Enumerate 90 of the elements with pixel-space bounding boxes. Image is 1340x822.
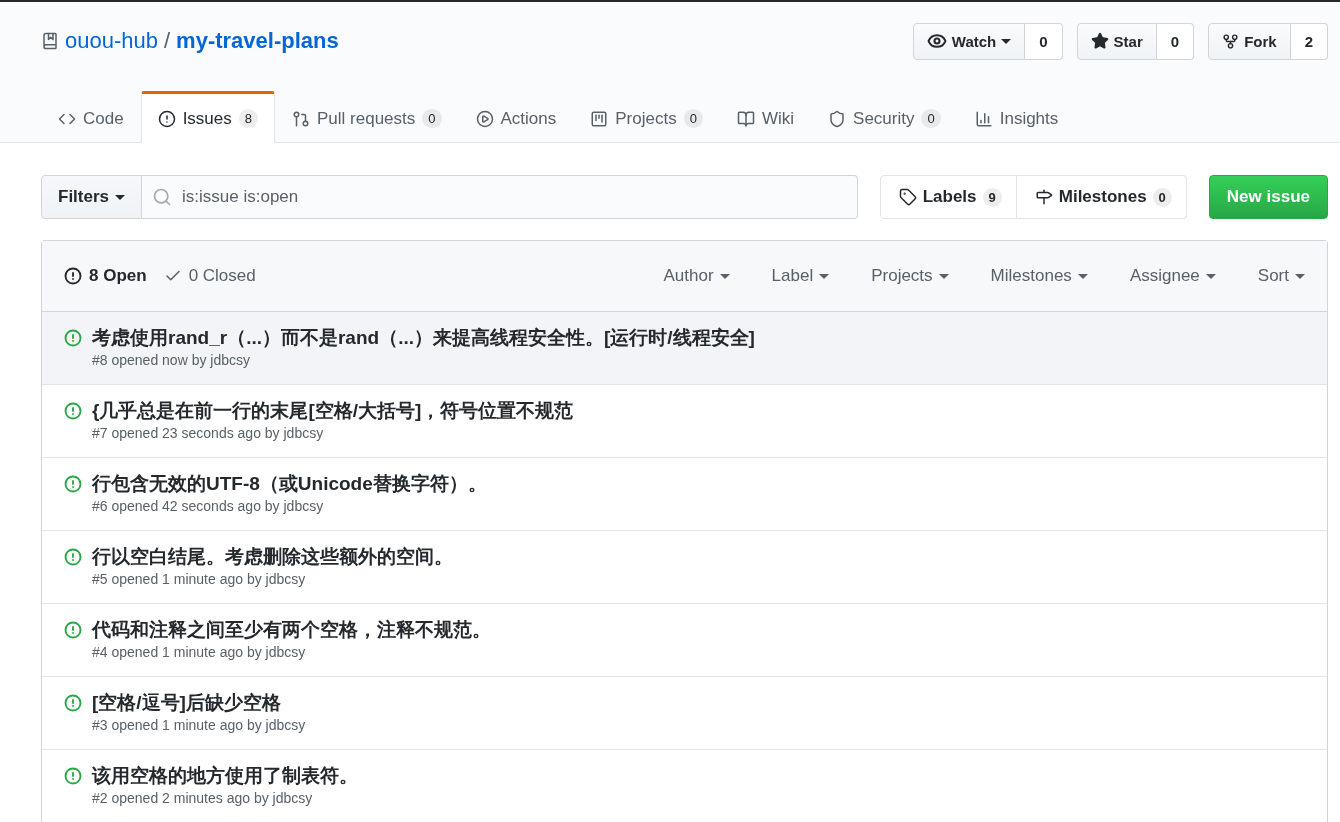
repo-tab[interactable]: Projects 0 [573, 91, 720, 143]
caret-icon [938, 273, 949, 279]
open-issue-icon [64, 329, 82, 347]
labels-link[interactable]: Labels 9 [879, 175, 1017, 219]
search-icon [152, 187, 173, 207]
pull-request-icon [292, 109, 310, 128]
issue-title-link[interactable]: 行以空白结尾。考虑删除这些额外的空间。 [92, 544, 453, 570]
owner-link[interactable]: ouou-hub [65, 28, 158, 54]
issue-title-link[interactable]: {几乎总是在前一行的末尾[空格/大括号]，符号位置不规范 [92, 398, 574, 424]
issue-title-link[interactable]: [空格/逗号]后缺少空格 [92, 690, 306, 716]
open-issue-icon [64, 694, 82, 712]
tab-label: Insights [999, 108, 1059, 129]
issue-meta: #2 opened 2 minutes ago by jdbcsy [92, 790, 314, 806]
repo-tab[interactable]: Actions [458, 91, 574, 143]
link-label: Milestones [1058, 187, 1147, 207]
project-board-icon [590, 109, 609, 128]
milestone-icon [1034, 188, 1053, 206]
shield-icon [828, 109, 847, 128]
caret-icon [719, 273, 730, 279]
star-icon [1090, 32, 1109, 50]
search-field[interactable]: is:issue is:open [142, 175, 858, 219]
milestones-link[interactable]: Milestones 0 [1016, 175, 1187, 219]
tab-label: Projects [615, 108, 677, 129]
open-issues-link[interactable]: 8 Open [64, 266, 147, 286]
repo-name-link[interactable]: my-travel-plans [176, 28, 339, 54]
fork-button[interactable]: Fork [1208, 22, 1291, 60]
repo-tab[interactable]: Issues 8 [140, 91, 275, 143]
issue-meta: #3 opened 1 minute ago by jdbcsy [92, 717, 306, 733]
social-count[interactable]: 2 [1290, 22, 1328, 60]
caret-icon [1001, 38, 1012, 44]
repo-tab[interactable]: Wiki [719, 91, 812, 143]
tab-counter: 0 [422, 109, 442, 128]
filter-menu[interactable]: Label [771, 266, 830, 286]
issue-meta: #8 opened now by jdbcsy [92, 352, 251, 368]
open-issue-icon [64, 621, 82, 639]
issue-title-link[interactable]: 考虑使用rand_r（...）而不是rand（...）来提高线程安全性。[运行时/线程安全] [92, 325, 755, 351]
filter-menu[interactable]: Milestones [990, 266, 1088, 286]
tab-label: Pull requests [317, 108, 416, 129]
caret-icon [1205, 273, 1216, 279]
tab-label: Wiki [761, 108, 795, 129]
tab-label: Code [83, 108, 124, 129]
caret-icon [1295, 273, 1305, 279]
tag-icon [898, 188, 917, 206]
social-count[interactable]: 0 [1025, 22, 1063, 60]
tab-counter: 8 [238, 109, 258, 128]
repo-tab[interactable]: Pull requests 0 [275, 91, 459, 143]
book-icon [736, 109, 755, 128]
path-separator: / [164, 28, 171, 54]
filter-menu[interactable]: Author [663, 266, 730, 286]
star-button[interactable]: Star [1076, 22, 1157, 60]
tab-label: Issues [182, 108, 232, 129]
caret-icon [819, 273, 830, 279]
issue-row[interactable]: 考虑使用rand_r（...）而不是rand（...）来提高线程安全性。[运行时/线程安全] #8 opened now by jdbcsy [42, 312, 1327, 385]
filters-button[interactable]: Filters [41, 175, 143, 219]
issue-meta: #5 opened 1 minute ago by jdbcsy [92, 571, 307, 587]
bar-chart-icon [974, 109, 993, 128]
issue-meta: #4 opened 1 minute ago by jdbcsy [92, 644, 307, 660]
filter-menu[interactable]: Assignee [1129, 266, 1216, 286]
issue-icon [64, 267, 82, 285]
open-issue-icon [64, 767, 82, 785]
issue-title-link[interactable]: 行包含无效的UTF-8（或Unicode替换字符）。 [92, 471, 487, 497]
issue-icon [157, 109, 176, 128]
open-issue-icon [64, 548, 82, 566]
eye-icon [926, 31, 947, 51]
fork-icon [1222, 32, 1240, 50]
filter-menu[interactable]: Sort [1257, 266, 1305, 286]
link-counter: 0 [1152, 187, 1172, 207]
link-counter: 9 [982, 187, 1002, 207]
repo-tab[interactable]: Code [41, 91, 141, 143]
open-issue-icon [64, 402, 82, 420]
issue-title-link[interactable]: 代码和注释之间至少有两个空格，注释不规范。 [92, 617, 491, 643]
issue-title-link[interactable]: 该用空格的地方使用了制表符。 [92, 763, 358, 789]
issue-meta: #7 opened 23 seconds ago by jdbcsy [92, 425, 325, 441]
caret-icon [115, 194, 126, 200]
watch-button[interactable]: Watch [912, 22, 1026, 60]
tab-counter: 0 [921, 109, 941, 128]
issue-meta: #6 opened 42 seconds ago by jdbcsy [92, 498, 325, 514]
tab-counter: 0 [683, 109, 703, 128]
repo-icon [41, 32, 59, 50]
repo-tab[interactable]: Insights [957, 91, 1076, 143]
link-label: Labels [922, 187, 977, 207]
tab-label: Security [853, 108, 915, 129]
social-count[interactable]: 0 [1156, 22, 1195, 60]
filter-menu[interactable]: Projects [871, 266, 949, 286]
repo-tab[interactable]: Security 0 [811, 91, 958, 143]
play-icon [475, 109, 494, 128]
tab-label: Actions [500, 108, 557, 129]
caret-icon [1077, 273, 1088, 279]
closed-issues-link[interactable]: 0 Closed [163, 266, 256, 286]
open-issue-icon [64, 475, 82, 493]
